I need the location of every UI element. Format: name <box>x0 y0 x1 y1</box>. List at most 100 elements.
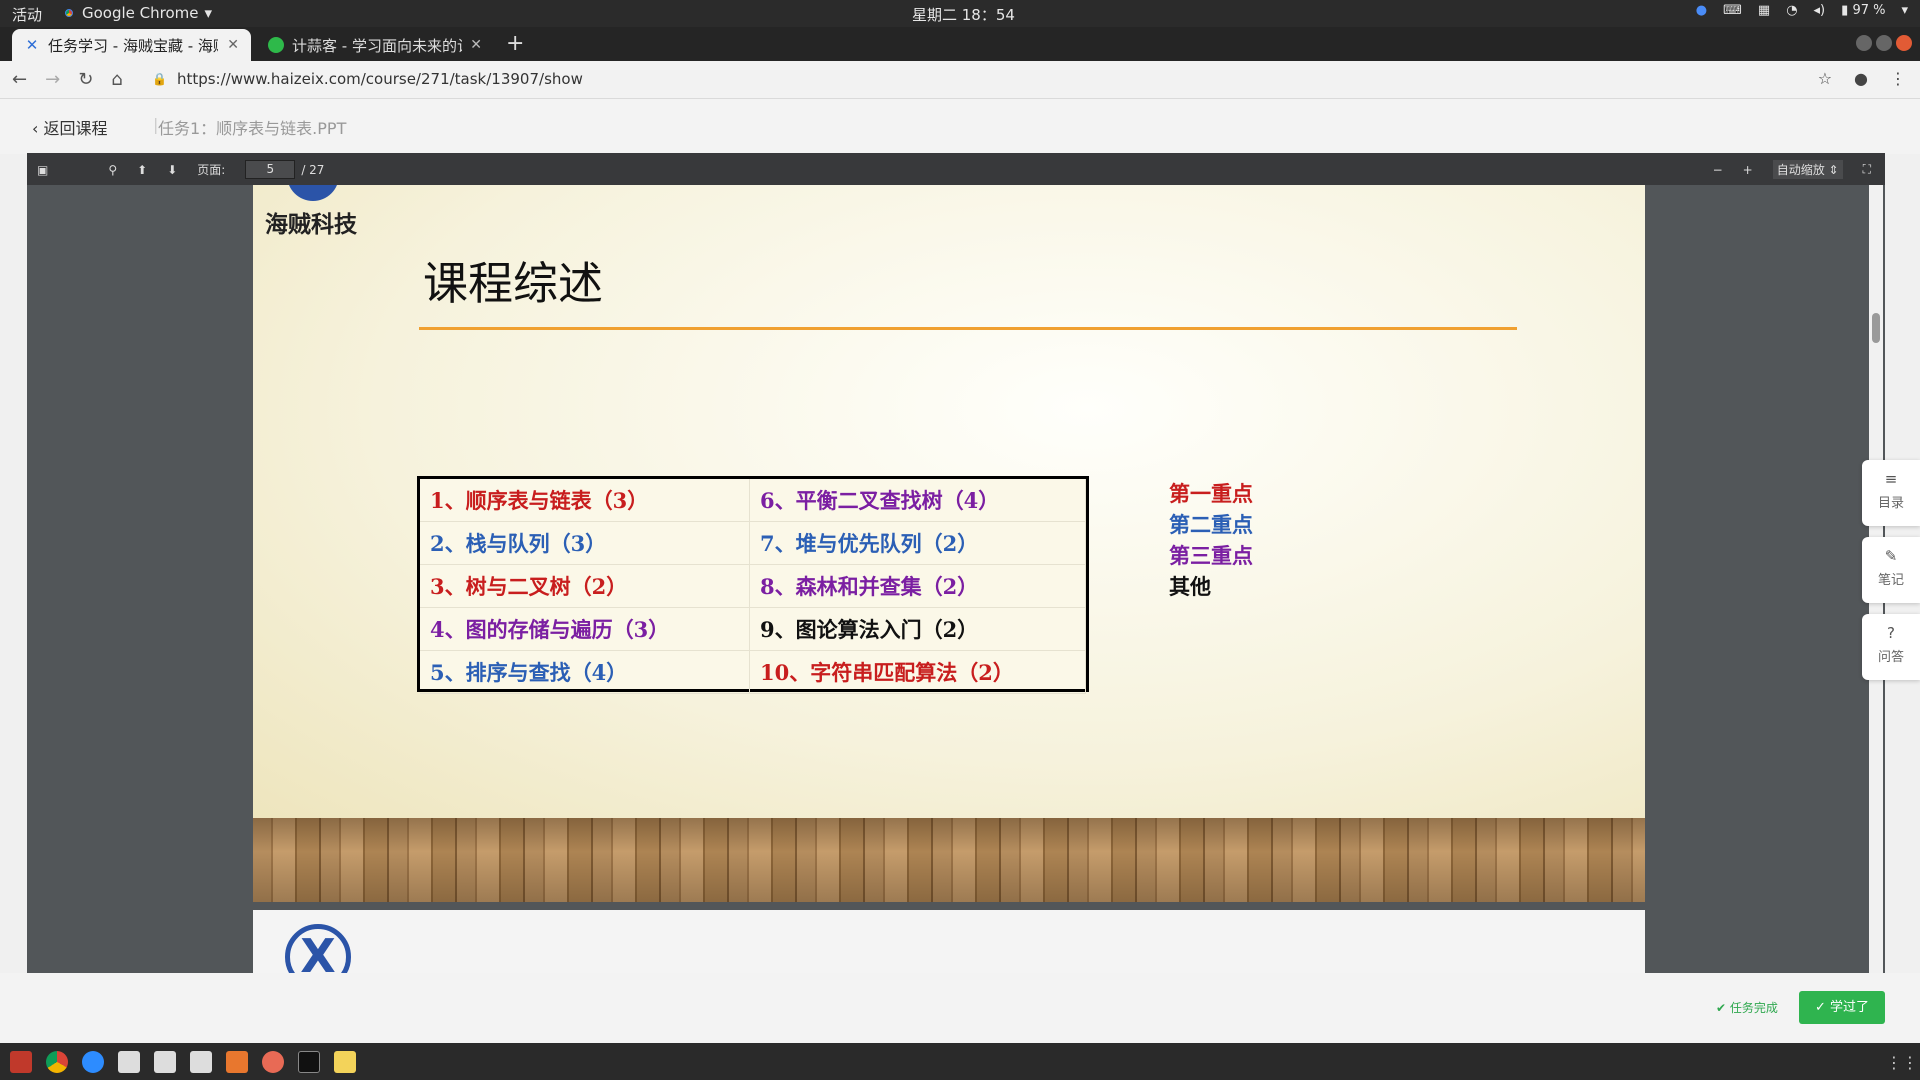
minimize-icon[interactable] <box>1856 35 1872 51</box>
fullscreen-icon[interactable]: ⛶ <box>1863 162 1871 177</box>
close-tab-icon[interactable]: ✕ <box>470 37 482 53</box>
zoom-meeting-icon[interactable]: ● <box>1696 3 1707 18</box>
tab-title: 任务学习 - 海贼宝藏 - 海贼 <box>48 36 218 55</box>
close-window-icon[interactable] <box>1896 35 1912 51</box>
page-number-input[interactable]: 5 <box>245 160 296 179</box>
task-done-label: 任务完成 <box>1729 1001 1778 1015</box>
battery-percent: 97 % <box>1852 3 1886 18</box>
priority-legend: 第一重点 第二重点 第三重点 其他 <box>1169 478 1253 602</box>
input-method-icon[interactable]: ▦ <box>1758 3 1770 18</box>
pencil-icon: ✎ <box>1884 547 1898 565</box>
clock[interactable]: 星期二 18：54 <box>912 4 1015 25</box>
bookmark-star-icon[interactable]: ☆ <box>1818 69 1832 88</box>
tab-haizeix[interactable]: ✕ 任务学习 - 海贼宝藏 - 海贼 ✕ <box>12 29 251 61</box>
battery-icon: ▮ <box>1841 3 1849 18</box>
document-icon[interactable] <box>154 1050 176 1073</box>
document-icon[interactable] <box>190 1050 212 1073</box>
course-cell: 10、字符串匹配算法（2） <box>750 651 1086 694</box>
legend-item: 第三重点 <box>1169 543 1253 568</box>
app-name: Google Chrome <box>82 4 199 22</box>
profile-icon[interactable]: ● <box>1854 69 1868 88</box>
wifi-icon[interactable]: ◔ <box>1786 3 1797 18</box>
pdf-viewer: ▣ ⚲ ⬆ ⬇ 页面: 5 / 27 − + 自动缩放 ⇕ ⛶ 海贼科技 课程综… <box>27 153 1885 973</box>
haizeix-favicon-icon: ✕ <box>25 36 39 54</box>
address-bar: ← → ↻ ⌂ 🔒 https://www.haizeix.com/course… <box>0 61 1920 99</box>
check-circle-icon: ✔ <box>1716 1001 1727 1015</box>
title-rule <box>419 327 1517 330</box>
chrome-taskbar-icon[interactable] <box>46 1050 68 1073</box>
activities-button[interactable]: 活动 <box>12 4 42 25</box>
course-cell: 9、图论算法入门（2） <box>750 608 1086 651</box>
volume-icon[interactable]: ◂) <box>1814 3 1826 18</box>
jisuanke-favicon-icon <box>268 37 284 53</box>
zoom-icon[interactable] <box>82 1050 104 1073</box>
zoom-in-icon[interactable]: + <box>1743 163 1753 177</box>
course-cell: 8、森林和并查集（2） <box>750 565 1086 608</box>
terminal-icon[interactable] <box>298 1050 320 1073</box>
battery-indicator[interactable]: ▮ 97 % <box>1841 3 1885 18</box>
wood-floor-decoration <box>253 818 1645 902</box>
reload-icon[interactable]: ↻ <box>78 69 93 90</box>
app-menu[interactable]: Google Chrome ▾ <box>62 4 212 22</box>
search-icon[interactable]: ⚲ <box>108 163 117 177</box>
course-cell: 7、堆与优先队列（2） <box>750 522 1086 565</box>
course-cell: 2、栈与队列（3） <box>420 522 750 565</box>
system-tray[interactable]: ● ⌨ ▦ ◔ ◂) ▮ 97 % ▾ <box>1696 3 1908 18</box>
system-top-bar: 活动 Google Chrome ▾ 星期二 18：54 ● ⌨ ▦ ◔ ◂) ▮… <box>0 0 1920 27</box>
previous-page-icon[interactable]: ⬆ <box>137 163 147 177</box>
task-done-status: ✔ 任务完成 <box>1716 999 1778 1016</box>
dropdown-arrow-icon: ▾ <box>204 4 213 22</box>
keyboard-icon[interactable]: ⌨ <box>1723 3 1742 18</box>
files-icon[interactable] <box>10 1050 32 1073</box>
course-cell: 5、排序与查找（4） <box>420 651 750 694</box>
course-header: ‹ 返回课程 | 任务1：顺序表与链表.PPT <box>0 99 1920 154</box>
system-menu-icon[interactable]: ▾ <box>1901 3 1908 18</box>
back-label: 返回课程 <box>43 119 108 138</box>
menu-kebab-icon[interactable]: ⋮ <box>1890 69 1906 88</box>
tab-title: 计蒜客 - 学习面向未来的计 <box>292 36 462 55</box>
zoom-value: 自动缩放 <box>1776 163 1825 177</box>
settings-icon[interactable] <box>262 1050 284 1073</box>
document-icon[interactable] <box>118 1050 140 1073</box>
url-text: https://www.haizeix.com/course/271/task/… <box>176 70 583 88</box>
page-label: 页面: <box>197 163 226 177</box>
next-page-icon[interactable]: ⬇ <box>167 163 177 177</box>
slide-page: 海贼科技 课程综述 1、顺序表与链表（3） 6、平衡二叉查找树（4） 2、栈与队… <box>253 185 1645 823</box>
close-tab-icon[interactable]: ✕ <box>227 37 239 53</box>
next-slide-page: X <box>253 910 1645 973</box>
task-title: 任务1：顺序表与链表.PPT <box>158 119 347 138</box>
new-tab-icon[interactable]: + <box>506 31 524 56</box>
home-icon[interactable]: ⌂ <box>111 69 122 90</box>
tab-jisuanke[interactable]: 计蒜客 - 学习面向未来的计 ✕ <box>256 29 494 61</box>
forward-arrow-icon[interactable]: → <box>45 69 60 90</box>
zoom-select[interactable]: 自动缩放 ⇕ <box>1772 160 1843 179</box>
sidebar-toggle-icon[interactable]: ▣ <box>37 163 48 177</box>
notes-button[interactable]: ✎ 笔记 <box>1862 537 1920 603</box>
scrollbar-thumb[interactable] <box>1872 313 1880 343</box>
qa-button[interactable]: ? 问答 <box>1862 614 1920 680</box>
maximize-icon[interactable] <box>1876 35 1892 51</box>
show-apps-icon[interactable]: ⋮⋮⋮ <box>1886 1053 1920 1075</box>
back-arrow-icon[interactable]: ← <box>12 69 27 90</box>
taskbar: ⋮⋮⋮ <box>0 1043 1920 1080</box>
url-field[interactable]: 🔒 https://www.haizeix.com/course/271/tas… <box>152 70 583 88</box>
slide-title: 课程综述 <box>423 257 604 310</box>
back-to-course-link[interactable]: ‹ 返回课程 <box>32 115 108 139</box>
course-cell: 4、图的存储与遍历（3） <box>420 608 750 651</box>
toc-button[interactable]: ≡ 目录 <box>1862 460 1920 526</box>
haizeix-logo-icon <box>287 185 339 201</box>
window-controls <box>1856 35 1912 51</box>
brand-name: 海贼科技 <box>265 211 357 238</box>
pdf-toolbar: ▣ ⚲ ⬆ ⬇ 页面: 5 / 27 − + 自动缩放 ⇕ ⛶ <box>27 153 1885 185</box>
toc-label: 目录 <box>1877 496 1904 511</box>
software-center-icon[interactable] <box>226 1050 248 1073</box>
check-icon: ✓ <box>1814 1000 1826 1015</box>
zoom-out-icon[interactable]: − <box>1713 163 1723 177</box>
course-cell: 1、顺序表与链表（3） <box>420 479 750 522</box>
text-editor-icon[interactable] <box>334 1050 356 1073</box>
legend-item: 其他 <box>1169 574 1211 599</box>
legend-item: 第二重点 <box>1169 512 1253 537</box>
tab-strip: ✕ 任务学习 - 海贼宝藏 - 海贼 ✕ 计蒜客 - 学习面向未来的计 ✕ + <box>0 27 1920 61</box>
learned-button[interactable]: ✓ 学过了 <box>1799 991 1885 1024</box>
haizeix-logo-icon: X <box>285 924 351 973</box>
